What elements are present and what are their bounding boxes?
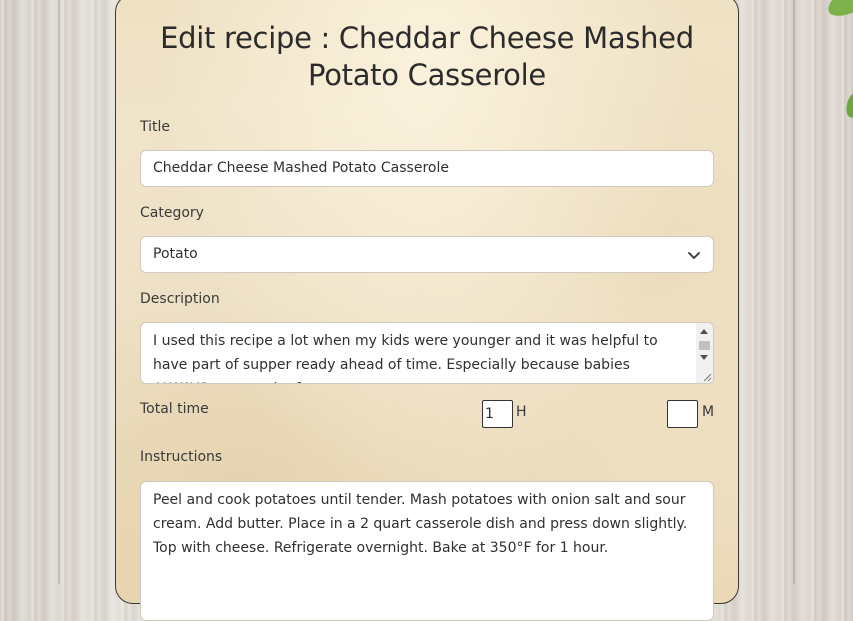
category-select[interactable]: Potato bbox=[140, 236, 714, 273]
title-input[interactable]: Cheddar Cheese Mashed Potato Casserole bbox=[140, 150, 714, 187]
edit-recipe-card: Edit recipe : Cheddar Cheese Mashed Pota… bbox=[115, 0, 739, 621]
instructions-text: Peel and cook potatoes until tender. Mas… bbox=[153, 492, 688, 556]
hours-unit-label: H bbox=[516, 404, 527, 420]
leaf-decoration bbox=[843, 90, 853, 120]
total-time-label: Total time bbox=[140, 401, 209, 417]
wood-plank-seam bbox=[58, 0, 60, 584]
scrollbar-thumb[interactable] bbox=[699, 341, 710, 350]
resize-grip-icon[interactable] bbox=[702, 372, 712, 382]
leaf-decoration bbox=[824, 0, 853, 21]
title-label: Title bbox=[140, 119, 171, 135]
triangle-up-icon[interactable] bbox=[700, 329, 708, 334]
instructions-textarea[interactable]: Peel and cook potatoes until tender. Mas… bbox=[140, 481, 714, 621]
instructions-label: Instructions bbox=[140, 449, 223, 465]
page-title: Edit recipe : Cheddar Cheese Mashed Pota… bbox=[160, 21, 694, 93]
minutes-unit-label: M bbox=[702, 404, 715, 420]
category-selected-value: Potato bbox=[153, 246, 198, 262]
description-text: I used this recipe a lot when my kids we… bbox=[153, 333, 658, 383]
hours-input[interactable]: 1 bbox=[482, 400, 513, 428]
triangle-down-icon[interactable] bbox=[700, 355, 708, 360]
category-label: Category bbox=[140, 205, 204, 221]
chevron-down-icon bbox=[688, 252, 700, 259]
description-label: Description bbox=[140, 291, 220, 307]
wood-plank-seam bbox=[793, 0, 795, 584]
description-textarea[interactable]: I used this recipe a lot when my kids we… bbox=[140, 322, 714, 384]
minutes-input[interactable] bbox=[667, 400, 698, 428]
